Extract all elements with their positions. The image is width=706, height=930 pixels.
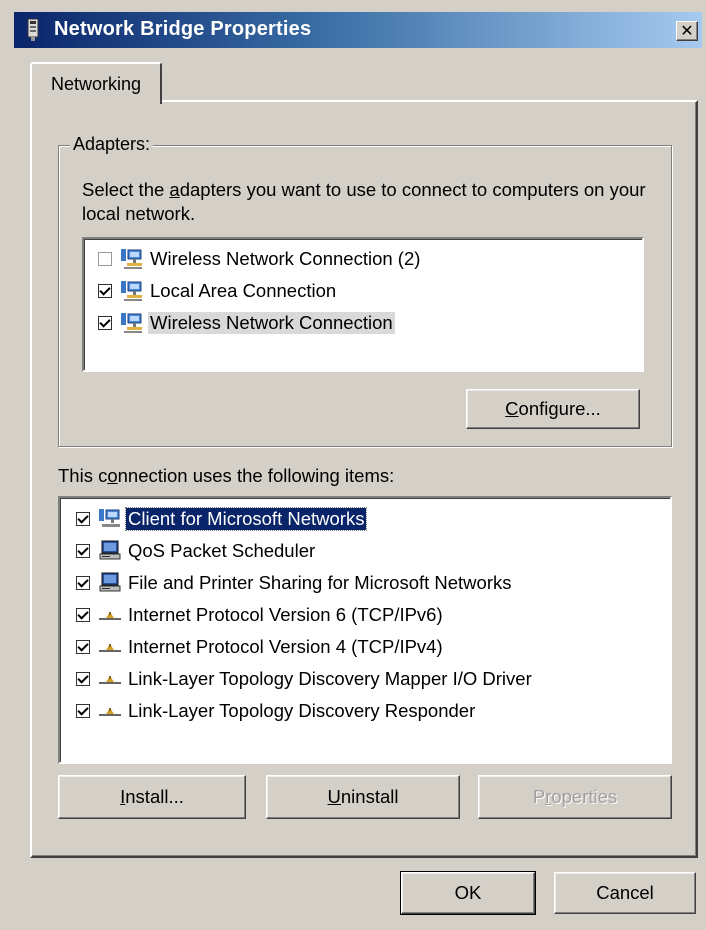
adapter-checkbox[interactable] [98, 252, 112, 266]
properties-text-post: operties [551, 786, 618, 807]
connection-item[interactable]: Link-Layer Topology Discovery Mapper I/O… [76, 664, 534, 694]
desc-text-pre: Select the [82, 179, 170, 200]
uninstall-text: ninstall [340, 786, 399, 807]
item-label: Internet Protocol Version 6 (TCP/IPv6) [128, 604, 443, 625]
protocol-icon [99, 708, 121, 716]
adapter-label: Wireless Network Connection [148, 312, 395, 334]
protocol-icon [99, 644, 121, 652]
network-bridge-properties-dialog: Network Bridge Properties ✕ Networking A… [0, 0, 706, 930]
item-checkbox[interactable] [76, 576, 90, 590]
adapter-item[interactable]: Wireless Network Connection [98, 308, 395, 338]
ok-label: OK [454, 882, 482, 903]
item-label: QoS Packet Scheduler [128, 540, 316, 561]
connection-item[interactable]: File and Printer Sharing for Microsoft N… [76, 568, 514, 598]
adapters-description: Select the adapters you want to use to c… [82, 178, 662, 226]
close-icon: ✕ [680, 21, 694, 40]
items-label-post: nnection uses the following items: [117, 465, 395, 486]
configure-button[interactable]: Configure... [466, 389, 640, 429]
adapter-label: Wireless Network Connection (2) [150, 248, 421, 269]
item-checkbox[interactable] [76, 704, 90, 718]
adapter-item[interactable]: Local Area Connection [98, 276, 338, 306]
connection-items-label: This connection uses the following items… [58, 465, 394, 487]
connection-item[interactable]: Client for Microsoft Networks [76, 504, 368, 534]
uninstall-accel-key: U [327, 786, 341, 807]
window-title: Network Bridge Properties [54, 18, 312, 40]
connection-item[interactable]: Internet Protocol Version 4 (TCP/IPv4) [76, 632, 445, 662]
connection-item[interactable]: Internet Protocol Version 6 (TCP/IPv6) [76, 600, 445, 630]
adapter-label: Local Area Connection [150, 280, 337, 301]
configure-text-post: onfigure... [518, 398, 601, 419]
computer-service-icon [99, 572, 121, 592]
properties-text-pre: P [532, 786, 546, 807]
network-bridge-icon [27, 18, 39, 41]
item-label: Internet Protocol Version 4 (TCP/IPv4) [128, 636, 443, 657]
cancel-label: Cancel [596, 882, 654, 903]
protocol-icon [99, 612, 121, 620]
close-button[interactable]: ✕ [676, 21, 698, 41]
network-client-icon [99, 509, 120, 527]
ok-button[interactable]: OK [400, 871, 536, 915]
tab-label: Networking [50, 74, 142, 94]
properties-button[interactable]: Properties [478, 775, 672, 819]
network-adapter-icon [121, 281, 142, 301]
item-label: Client for Microsoft Networks [124, 507, 368, 531]
connection-items-listbox[interactable]: Client for Microsoft Networks QoS Packet… [58, 496, 672, 764]
configure-accel-key: C [505, 398, 519, 419]
install-button[interactable]: Install... [58, 775, 246, 819]
cancel-button[interactable]: Cancel [554, 872, 696, 914]
item-label: Link-Layer Topology Discovery Responder [128, 700, 476, 721]
desc-accel-key: a [169, 179, 180, 200]
uninstall-button[interactable]: Uninstall [266, 775, 460, 819]
item-checkbox[interactable] [76, 544, 90, 558]
items-label-pre: This c [58, 465, 108, 486]
connection-item[interactable]: QoS Packet Scheduler [76, 536, 317, 566]
items-label-accel-key: o [107, 465, 118, 486]
install-text: nstall... [125, 786, 184, 807]
network-adapter-icon [121, 313, 142, 333]
item-checkbox[interactable] [76, 512, 90, 526]
adapters-listbox[interactable]: Wireless Network Connection (2) Local Ar… [82, 237, 644, 372]
adapter-checkbox[interactable] [98, 284, 112, 298]
item-label: Link-Layer Topology Discovery Mapper I/O… [128, 668, 532, 689]
item-checkbox[interactable] [76, 640, 90, 654]
adapter-checkbox[interactable] [98, 316, 112, 330]
adapters-group-label: Adapters: [70, 134, 154, 155]
connection-item[interactable]: Link-Layer Topology Discovery Responder [76, 696, 477, 726]
title-bar[interactable]: Network Bridge Properties ✕ [14, 12, 702, 48]
item-checkbox[interactable] [76, 608, 90, 622]
adapter-item[interactable]: Wireless Network Connection (2) [98, 244, 422, 274]
protocol-icon [99, 676, 121, 684]
item-checkbox[interactable] [76, 672, 90, 686]
network-adapter-icon [121, 249, 142, 269]
computer-service-icon [99, 540, 121, 560]
item-label: File and Printer Sharing for Microsoft N… [128, 572, 512, 593]
tab-networking[interactable]: Networking [30, 62, 162, 104]
